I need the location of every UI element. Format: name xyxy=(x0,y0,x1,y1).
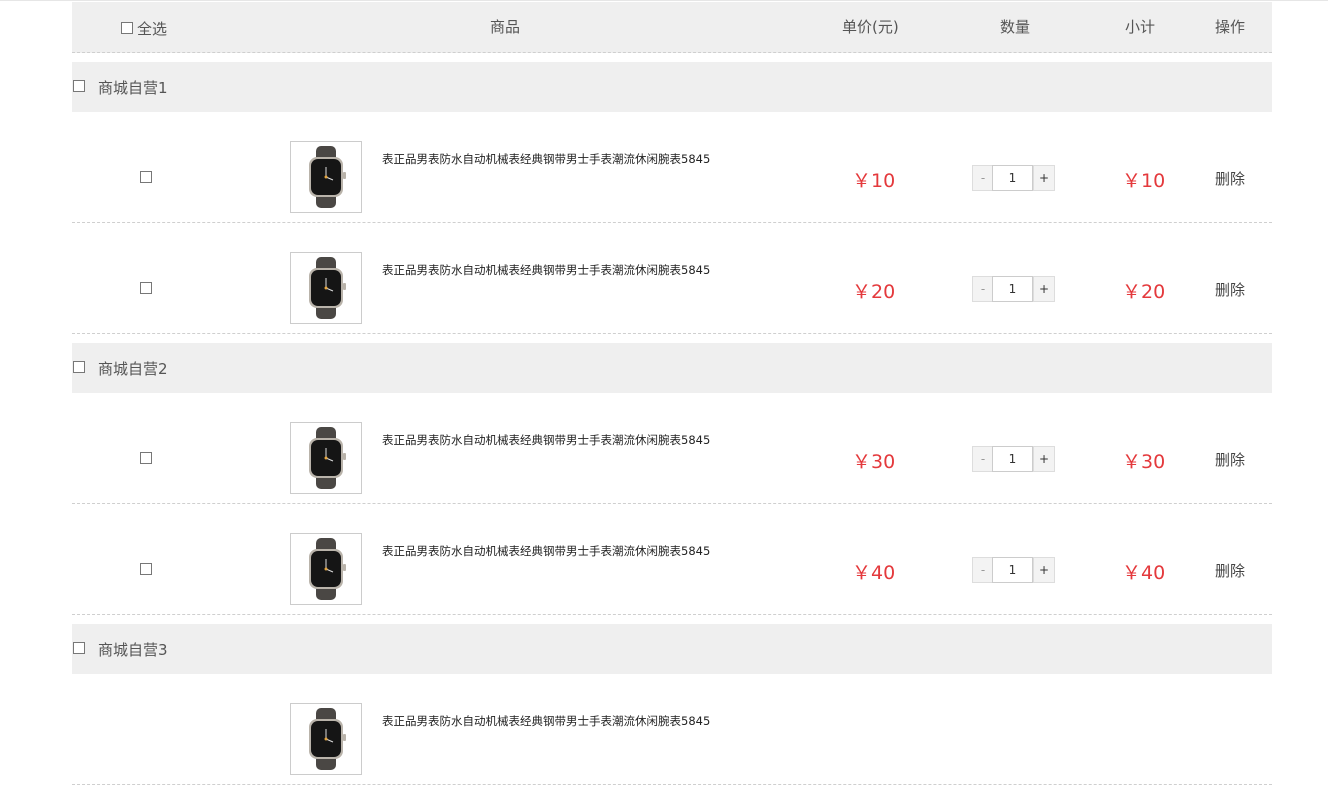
cart-item: 表正品男表防水自动机械表经典钢带男士手表潮流休闲腕表5845 ￥40 - 1 +… xyxy=(72,504,1272,615)
watch-image[interactable] xyxy=(290,252,362,324)
shop-name: 商城自营3 xyxy=(98,641,168,659)
quantity-stepper: - 1 + xyxy=(972,557,1055,583)
item-title[interactable]: 表正品男表防水自动机械表经典钢带男士手表潮流休闲腕表5845 xyxy=(382,713,710,729)
header-unit-price: 单价(元) xyxy=(842,18,899,36)
item-subtotal: ￥10 xyxy=(1122,170,1166,192)
quantity-input[interactable]: 1 xyxy=(992,446,1033,472)
shop-checkbox[interactable] xyxy=(73,642,85,654)
watch-image[interactable] xyxy=(290,422,362,494)
watch-image[interactable] xyxy=(290,141,362,213)
select-all-label: 全选 xyxy=(137,20,168,38)
item-price: ￥20 xyxy=(852,281,896,303)
item-price: ￥40 xyxy=(852,562,896,584)
shop-header: 商城自营3 xyxy=(72,624,1272,674)
item-subtotal: ￥20 xyxy=(1122,281,1166,303)
cart-item: 表正品男表防水自动机械表经典钢带男士手表潮流休闲腕表5845 ￥10 - 1 +… xyxy=(72,112,1272,223)
delete-button[interactable]: 删除 xyxy=(1215,279,1245,300)
decrease-button[interactable]: - xyxy=(972,165,994,191)
shop-header: 商城自营1 xyxy=(72,62,1272,112)
quantity-stepper: - 1 + xyxy=(972,276,1055,302)
top-border xyxy=(0,0,1328,1)
delete-button[interactable]: 删除 xyxy=(1215,168,1245,189)
shop-checkbox[interactable] xyxy=(73,80,85,92)
watch-image[interactable] xyxy=(290,533,362,605)
item-subtotal: ￥40 xyxy=(1122,562,1166,584)
shop-name: 商城自营1 xyxy=(98,79,168,97)
item-price: ￥10 xyxy=(852,170,896,192)
watch-image[interactable] xyxy=(290,703,362,775)
quantity-stepper: - 1 + xyxy=(972,165,1055,191)
shop-checkbox[interactable] xyxy=(73,361,85,373)
decrease-button[interactable]: - xyxy=(972,446,994,472)
decrease-button[interactable]: - xyxy=(972,557,994,583)
item-title[interactable]: 表正品男表防水自动机械表经典钢带男士手表潮流休闲腕表5845 xyxy=(382,262,710,278)
increase-button[interactable]: + xyxy=(1033,557,1055,583)
item-checkbox[interactable] xyxy=(140,452,152,464)
quantity-input[interactable]: 1 xyxy=(992,276,1033,302)
cart-item: 表正品男表防水自动机械表经典钢带男士手表潮流休闲腕表5845 ￥30 - 1 +… xyxy=(72,393,1272,504)
quantity-input[interactable]: 1 xyxy=(992,165,1033,191)
item-title[interactable]: 表正品男表防水自动机械表经典钢带男士手表潮流休闲腕表5845 xyxy=(382,543,710,559)
quantity-stepper: - 1 + xyxy=(972,446,1055,472)
item-checkbox[interactable] xyxy=(140,282,152,294)
header-subtotal: 小计 xyxy=(1125,18,1156,36)
header-action: 操作 xyxy=(1215,18,1246,36)
decrease-button[interactable]: - xyxy=(972,276,994,302)
increase-button[interactable]: + xyxy=(1033,276,1055,302)
select-all-checkbox[interactable] xyxy=(121,22,133,34)
item-title[interactable]: 表正品男表防水自动机械表经典钢带男士手表潮流休闲腕表5845 xyxy=(382,432,710,448)
shopping-cart: 全选 商品 单价(元) 数量 小计 操作 商城自营1 表正品男表防水自动机械表经… xyxy=(72,2,1272,785)
select-all[interactable]: 全选 xyxy=(121,18,167,39)
item-checkbox[interactable] xyxy=(140,563,152,575)
item-subtotal: ￥30 xyxy=(1122,451,1166,473)
cart-item: 表正品男表防水自动机械表经典钢带男士手表潮流休闲腕表5845 ￥20 - 1 +… xyxy=(72,223,1272,334)
cart-item: 表正品男表防水自动机械表经典钢带男士手表潮流休闲腕表5845 xyxy=(72,674,1272,785)
item-title[interactable]: 表正品男表防水自动机械表经典钢带男士手表潮流休闲腕表5845 xyxy=(382,151,710,167)
delete-button[interactable]: 删除 xyxy=(1215,560,1245,581)
quantity-input[interactable]: 1 xyxy=(992,557,1033,583)
shop-header: 商城自营2 xyxy=(72,343,1272,393)
shop-name: 商城自营2 xyxy=(98,360,168,378)
increase-button[interactable]: + xyxy=(1033,165,1055,191)
increase-button[interactable]: + xyxy=(1033,446,1055,472)
cart-header: 全选 商品 单价(元) 数量 小计 操作 xyxy=(72,2,1272,53)
header-quantity: 数量 xyxy=(1000,18,1031,36)
delete-button[interactable]: 删除 xyxy=(1215,449,1245,470)
header-product: 商品 xyxy=(490,18,521,36)
item-price: ￥30 xyxy=(852,451,896,473)
item-checkbox[interactable] xyxy=(140,171,152,183)
